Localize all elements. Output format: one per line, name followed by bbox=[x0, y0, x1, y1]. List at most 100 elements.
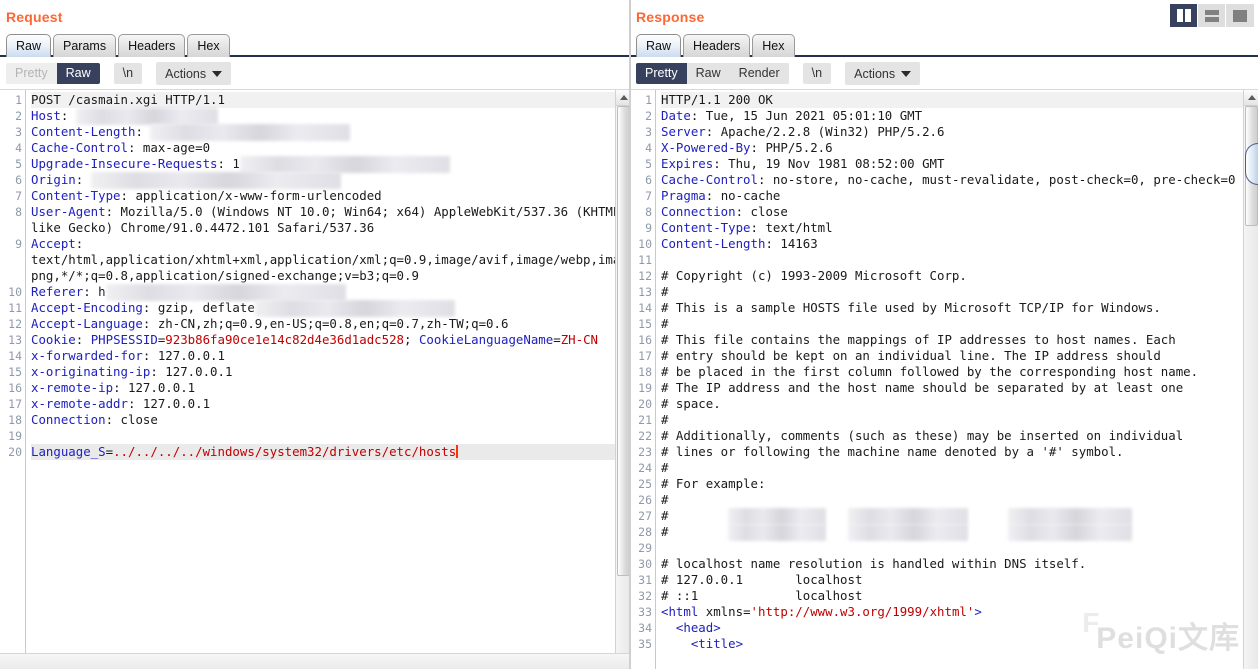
response-tab-hex[interactable]: Hex bbox=[752, 34, 794, 57]
text-cursor bbox=[456, 445, 458, 458]
code-line: # Copyright (c) 1993-2009 Microsoft Corp… bbox=[661, 268, 1243, 284]
response-render-button[interactable]: Render bbox=[730, 63, 789, 84]
code-line: <html xmlns='http://www.w3.org/1999/xhtm… bbox=[661, 604, 1243, 620]
code-line: # ::1 localhost bbox=[661, 588, 1243, 604]
line-number: . bbox=[0, 220, 25, 236]
redacted-block bbox=[106, 284, 346, 301]
line-number: 1 bbox=[0, 92, 25, 108]
code-line: User-Agent: Mozilla/5.0 (Windows NT 10.0… bbox=[31, 204, 615, 220]
line-number: 14 bbox=[0, 348, 25, 364]
line-number: 16 bbox=[0, 380, 25, 396]
code-line: # The IP address and the host name shoul… bbox=[661, 380, 1243, 396]
line-number: 23 bbox=[630, 444, 655, 460]
code-line: Cache-Control: no-store, no-cache, must-… bbox=[661, 172, 1243, 188]
request-line-numbers: 12345678.9..1011121314151617181920 bbox=[0, 90, 26, 653]
code-line: png,*/*;q=0.8,application/signed-exchang… bbox=[31, 268, 615, 284]
line-number: 17 bbox=[0, 396, 25, 412]
request-code[interactable]: POST /casmain.xgi HTTP/1.1Host: Content-… bbox=[26, 90, 615, 653]
response-tab-raw[interactable]: Raw bbox=[636, 34, 681, 57]
line-number: 12 bbox=[630, 268, 655, 284]
request-newline-button[interactable]: \n bbox=[114, 63, 142, 84]
line-number: 15 bbox=[630, 316, 655, 332]
code-line bbox=[31, 428, 615, 444]
code-line: Upgrade-Insecure-Requests: 1 bbox=[31, 156, 615, 172]
redacted-block bbox=[76, 108, 218, 125]
code-line: # entry should be kept on an individual … bbox=[661, 348, 1243, 364]
line-number: 2 bbox=[630, 108, 655, 124]
line-number: 14 bbox=[630, 300, 655, 316]
code-line: Referer: h bbox=[31, 284, 615, 300]
request-tab-headers[interactable]: Headers bbox=[118, 34, 185, 57]
redacted-block bbox=[150, 124, 350, 141]
line-number: 18 bbox=[0, 412, 25, 428]
response-code[interactable]: HTTP/1.1 200 OKDate: Tue, 15 Jun 2021 05… bbox=[656, 90, 1243, 669]
response-pretty-button[interactable]: Pretty bbox=[636, 63, 687, 84]
response-actions-label: Actions bbox=[854, 67, 895, 81]
line-number: 10 bbox=[0, 284, 25, 300]
code-line: Accept: bbox=[31, 236, 615, 252]
redacted-block bbox=[1008, 524, 1132, 541]
line-number: 30 bbox=[630, 556, 655, 572]
line-number: 21 bbox=[630, 412, 655, 428]
code-line: Accept-Encoding: gzip, deflate bbox=[31, 300, 615, 316]
code-line: Connection: close bbox=[661, 204, 1243, 220]
chevron-down-icon bbox=[212, 71, 222, 77]
request-pretty-button[interactable]: Pretty bbox=[6, 63, 57, 84]
scroll-up-arrow-icon[interactable] bbox=[616, 90, 630, 106]
square-icon bbox=[1233, 10, 1247, 22]
line-number: 32 bbox=[630, 588, 655, 604]
response-actions-button[interactable]: Actions bbox=[845, 62, 920, 85]
request-tab-raw[interactable]: Raw bbox=[6, 34, 51, 57]
code-line: # be placed in the first column followed… bbox=[661, 364, 1243, 380]
layout-single-button[interactable] bbox=[1226, 4, 1254, 27]
code-line: # bbox=[661, 524, 1243, 540]
request-horizontal-scrollbar[interactable] bbox=[0, 653, 630, 669]
line-number: 19 bbox=[0, 428, 25, 444]
line-number: 6 bbox=[630, 172, 655, 188]
line-number: 7 bbox=[630, 188, 655, 204]
response-side-handle[interactable] bbox=[1245, 143, 1258, 185]
response-line-numbers: 1234567891011121314151617181920212223242… bbox=[630, 90, 656, 669]
code-line: Expires: Thu, 19 Nov 1981 08:52:00 GMT bbox=[661, 156, 1243, 172]
line-number: 12 bbox=[0, 316, 25, 332]
code-line: Cookie: PHPSESSID=923b86fa90ce1e14c82d4e… bbox=[31, 332, 615, 348]
code-line: HTTP/1.1 200 OK bbox=[661, 92, 1243, 108]
line-number: 19 bbox=[630, 380, 655, 396]
layout-stacked-button[interactable] bbox=[1198, 4, 1226, 27]
code-line: X-Powered-By: PHP/5.2.6 bbox=[661, 140, 1243, 156]
response-raw-button[interactable]: Raw bbox=[687, 63, 730, 84]
response-tab-headers[interactable]: Headers bbox=[683, 34, 750, 57]
redacted-block bbox=[91, 172, 341, 189]
code-line: Language_S=../../../../windows/system32/… bbox=[31, 444, 615, 460]
code-line: x-remote-ip: 127.0.0.1 bbox=[31, 380, 615, 396]
request-raw-button[interactable]: Raw bbox=[57, 63, 100, 84]
request-toolbar: Pretty Raw \n Actions bbox=[0, 57, 630, 89]
response-toolbar: Pretty Raw Render \n Actions bbox=[630, 57, 1258, 89]
line-number: 1 bbox=[630, 92, 655, 108]
code-line: x-originating-ip: 127.0.0.1 bbox=[31, 364, 615, 380]
layout-side-by-side-button[interactable] bbox=[1170, 4, 1198, 27]
redacted-block bbox=[1008, 508, 1132, 525]
request-editor[interactable]: 12345678.9..1011121314151617181920 POST … bbox=[0, 90, 615, 653]
response-newline-button[interactable]: \n bbox=[803, 63, 831, 84]
response-editor[interactable]: 1234567891011121314151617181920212223242… bbox=[630, 90, 1243, 669]
request-view-mode-group: Pretty Raw bbox=[6, 63, 100, 84]
code-line: Cache-Control: max-age=0 bbox=[31, 140, 615, 156]
line-number: 7 bbox=[0, 188, 25, 204]
code-line: x-forwarded-for: 127.0.0.1 bbox=[31, 348, 615, 364]
panel-divider[interactable] bbox=[629, 0, 631, 669]
burp-repeater-window: Request Raw Params Headers Hex Pretty Ra… bbox=[0, 0, 1258, 669]
request-editor-wrap: 12345678.9..1011121314151617181920 POST … bbox=[0, 89, 630, 653]
line-number: 20 bbox=[0, 444, 25, 460]
request-tab-hex[interactable]: Hex bbox=[187, 34, 229, 57]
line-number: 35 bbox=[630, 636, 655, 652]
code-line: Origin: bbox=[31, 172, 615, 188]
request-actions-button[interactable]: Actions bbox=[156, 62, 231, 85]
line-number: 13 bbox=[0, 332, 25, 348]
code-line: # bbox=[661, 412, 1243, 428]
request-tab-params[interactable]: Params bbox=[53, 34, 116, 57]
request-vertical-scrollbar[interactable] bbox=[615, 90, 630, 653]
layout-switcher bbox=[1170, 4, 1254, 27]
scroll-up-arrow-icon[interactable] bbox=[1244, 90, 1258, 106]
line-number: 3 bbox=[630, 124, 655, 140]
